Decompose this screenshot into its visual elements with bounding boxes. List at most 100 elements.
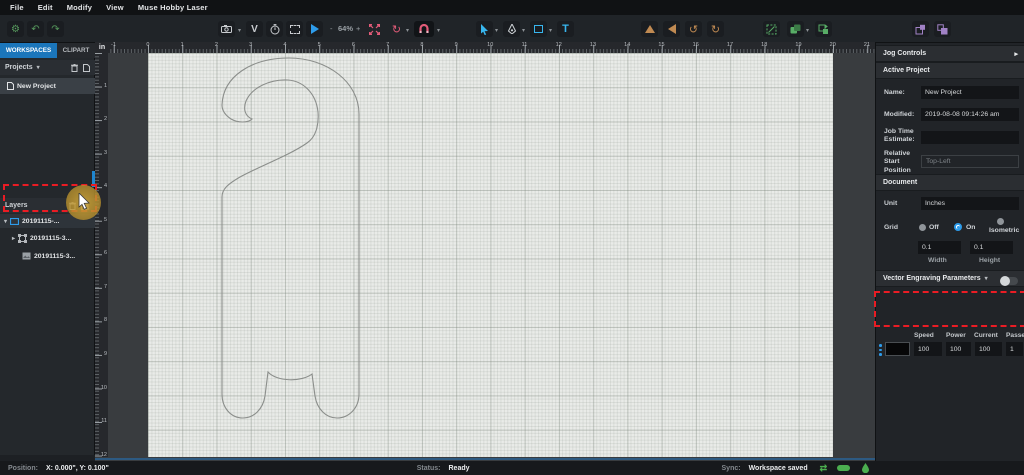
horizontal-scrollbar[interactable] bbox=[95, 458, 875, 460]
grid-on-radio[interactable] bbox=[954, 223, 962, 231]
duplicate-caret[interactable]: ▾ bbox=[806, 27, 809, 34]
power-input[interactable]: 100 bbox=[946, 342, 971, 356]
layer-row-image[interactable]: 20191115-3... bbox=[20, 249, 95, 263]
tab-workspaces[interactable]: WORKSPACES bbox=[0, 43, 57, 58]
vertical-ruler: 123456789101112 bbox=[95, 53, 108, 457]
jog-controls-title: Jog Controls bbox=[883, 50, 926, 57]
menu-modify[interactable]: Modify bbox=[67, 3, 92, 12]
settings-gear-button[interactable]: ⚙ bbox=[7, 21, 24, 37]
status-value: Ready bbox=[449, 465, 470, 472]
group-icon bbox=[818, 24, 829, 35]
layer-expand-caret-2[interactable]: ▸ bbox=[12, 235, 15, 242]
position-value: X: 0.000", Y: 0.100" bbox=[46, 465, 109, 472]
text-tool-button[interactable]: T bbox=[557, 21, 574, 37]
pen-tool-caret[interactable]: ▾ bbox=[522, 27, 525, 34]
projects-collapse-caret[interactable]: ▾ bbox=[37, 64, 40, 71]
flip-horizontal-button[interactable] bbox=[663, 21, 680, 37]
run-job-button[interactable] bbox=[306, 21, 323, 37]
group-button[interactable] bbox=[815, 21, 832, 37]
projects-header: Projects ▾ bbox=[0, 60, 95, 75]
layers-header-label: Layers bbox=[5, 202, 28, 209]
vector-mode-label: V bbox=[251, 24, 258, 35]
document-title: Document bbox=[883, 179, 917, 186]
menu-muse-hobby-laser[interactable]: Muse Hobby Laser bbox=[138, 3, 208, 12]
layer-expand-caret[interactable]: ▾ bbox=[4, 218, 7, 225]
camera-button[interactable] bbox=[218, 21, 235, 37]
bring-forward-icon bbox=[915, 24, 926, 35]
bring-forward-button[interactable] bbox=[912, 21, 929, 37]
coolant-drop-icon bbox=[862, 463, 869, 473]
rotate-view-button[interactable]: ↻ bbox=[388, 21, 405, 37]
vector-engraving-header[interactable]: Vector Engraving Parameters ▾ bbox=[876, 270, 1024, 287]
relative-start-field: Top-Left bbox=[921, 155, 1019, 168]
flip-vertical-button[interactable] bbox=[641, 21, 658, 37]
camera-dropdown-caret[interactable]: ▾ bbox=[238, 27, 241, 34]
document-canvas[interactable] bbox=[148, 53, 833, 457]
layer-row-vector[interactable]: ▸ 20191115-3... bbox=[10, 231, 95, 245]
sync-value: Workspace saved bbox=[749, 465, 808, 472]
horizontal-ruler: -10123456789101112131415161718192021 bbox=[95, 42, 875, 53]
jog-controls-expand-icon[interactable]: ▸ bbox=[1014, 50, 1018, 58]
new-project-icon[interactable] bbox=[83, 64, 90, 72]
zoom-level-value[interactable]: 64% bbox=[338, 24, 353, 33]
layer-label: 20191115-... bbox=[22, 218, 59, 225]
position-label: Position: bbox=[8, 465, 38, 472]
rotate-ccw-button[interactable]: ↺ bbox=[685, 21, 702, 37]
unit-field[interactable]: Inches bbox=[921, 197, 1019, 210]
shape-tool-caret[interactable]: ▾ bbox=[549, 27, 552, 34]
text-tool-label: T bbox=[562, 23, 569, 35]
menu-file[interactable]: File bbox=[10, 3, 24, 12]
layer-group-icon bbox=[10, 218, 19, 225]
door-hanger-shape[interactable] bbox=[148, 53, 833, 457]
camera-icon bbox=[221, 25, 232, 33]
rotate-cw-button[interactable]: ↻ bbox=[707, 21, 724, 37]
current-input[interactable]: 100 bbox=[975, 342, 1002, 356]
grid-off-radio[interactable] bbox=[919, 224, 926, 231]
perimeter-trace-button[interactable] bbox=[286, 21, 303, 37]
project-item-new-project[interactable]: New Project bbox=[0, 78, 95, 94]
isometric-radio[interactable] bbox=[997, 218, 1004, 225]
zoom-in-button[interactable]: + bbox=[356, 24, 360, 33]
row-drag-handle[interactable] bbox=[879, 344, 882, 356]
pointer-icon bbox=[480, 24, 489, 35]
send-backward-button[interactable] bbox=[934, 21, 951, 37]
jog-controls-header[interactable]: Jog Controls ▸ bbox=[876, 45, 1024, 62]
trace-selection-button[interactable] bbox=[763, 21, 780, 37]
snap-magnet-button[interactable] bbox=[414, 21, 434, 37]
sync-label: Sync: bbox=[722, 465, 741, 472]
zoom-out-button[interactable]: - bbox=[330, 24, 333, 33]
menu-view[interactable]: View bbox=[106, 3, 124, 12]
document-header: Document bbox=[876, 174, 1024, 191]
project-name-field[interactable]: New Project bbox=[921, 86, 1019, 99]
grid-height-field[interactable]: 0.1 bbox=[970, 241, 1013, 254]
select-tool-caret[interactable]: ▾ bbox=[495, 27, 498, 34]
grid-width-field[interactable]: 0.1 bbox=[918, 241, 961, 254]
unit-label: Unit bbox=[884, 200, 897, 208]
zoom-fit-button[interactable] bbox=[366, 21, 383, 37]
snap-magnet-caret[interactable]: ▾ bbox=[437, 27, 440, 34]
redo-button[interactable]: ↷ bbox=[47, 21, 64, 37]
delete-project-icon[interactable] bbox=[71, 64, 78, 72]
engrave-color-swatch[interactable] bbox=[885, 342, 910, 356]
col-passes: Passes bbox=[1006, 332, 1024, 339]
vector-engraving-toggle[interactable] bbox=[1001, 277, 1018, 285]
pen-tool-button[interactable] bbox=[503, 21, 520, 37]
left-sidebar: WORKSPACES CLIPART Projects ▾ New Projec… bbox=[0, 43, 95, 455]
undo-button[interactable]: ↶ bbox=[27, 21, 44, 37]
passes-input[interactable]: 1 bbox=[1006, 342, 1023, 356]
shape-tool-button[interactable] bbox=[530, 21, 547, 37]
duplicate-button[interactable] bbox=[787, 21, 804, 37]
job-timer-button[interactable] bbox=[266, 21, 283, 37]
select-tool-button[interactable] bbox=[476, 21, 493, 37]
project-item-label: New Project bbox=[17, 83, 56, 90]
vector-mode-button[interactable]: V bbox=[246, 21, 263, 37]
magnet-icon bbox=[419, 24, 429, 34]
job-time-label: Job Time Estimate: bbox=[884, 128, 918, 145]
menu-edit[interactable]: Edit bbox=[38, 3, 53, 12]
rotate-view-caret[interactable]: ▾ bbox=[406, 27, 409, 34]
speed-input[interactable]: 100 bbox=[914, 342, 942, 356]
isometric-label: Isometric bbox=[989, 227, 1019, 235]
tab-clipart[interactable]: CLIPART bbox=[57, 43, 95, 58]
vector-engraving-caret[interactable]: ▾ bbox=[985, 275, 988, 282]
trace-frame-icon bbox=[290, 25, 300, 34]
